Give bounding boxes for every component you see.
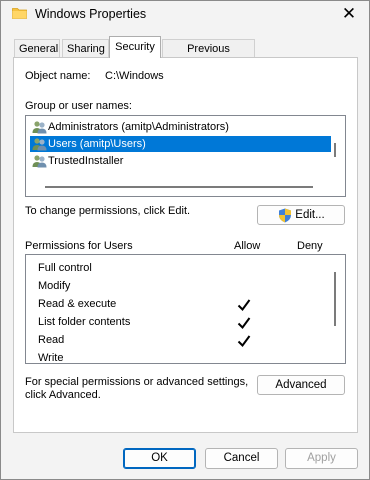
permission-write: Write (38, 349, 63, 367)
permission-full-control: Full control (38, 259, 92, 277)
tab-label: General (19, 43, 59, 55)
permission-read: Read (38, 331, 64, 349)
ok-button[interactable]: OK (123, 448, 196, 469)
special-permissions-text-2: click Advanced. (25, 389, 101, 401)
permissions-label: Permissions for Users (25, 240, 133, 252)
object-name-label: Object name: (25, 70, 91, 82)
cancel-button[interactable]: Cancel (205, 448, 278, 469)
users-horizontal-scrollbar[interactable] (45, 186, 313, 188)
user-name: TrustedInstaller (48, 155, 124, 167)
users-icon (32, 138, 47, 151)
permission-name: List folder contents (38, 316, 131, 328)
user-row-trustedinstaller[interactable]: TrustedInstaller (30, 153, 125, 169)
apply-button-label: Apply (307, 452, 336, 464)
apply-button[interactable]: Apply (285, 448, 358, 469)
deny-header: Deny (297, 240, 323, 252)
permission-list-folder: List folder contents (38, 313, 130, 331)
user-name: Administrators (amitp\Administrators) (48, 121, 229, 133)
security-panel: Object name: C:\Windows Group or user na… (13, 57, 358, 433)
tab-previous-versions[interactable]: Previous Versions (162, 39, 255, 73)
check-icon (237, 317, 251, 330)
user-row-administrators[interactable]: Administrators (amitp\Administrators) (30, 119, 231, 135)
edit-button[interactable]: Edit... (257, 205, 345, 225)
permission-name: Modify (38, 280, 71, 292)
permissions-listbox[interactable]: Full control Modify Read & execute List … (25, 254, 346, 364)
permission-modify: Modify (38, 277, 70, 295)
change-permissions-text: To change permissions, click Edit. (25, 205, 191, 217)
title-bar: Windows Properties ✕ (1, 1, 369, 29)
tab-label: Security (115, 41, 155, 53)
folder-icon (12, 8, 27, 19)
permission-name: Read & execute (38, 298, 117, 310)
tab-general[interactable]: General (14, 39, 60, 57)
advanced-button[interactable]: Advanced (257, 375, 345, 395)
users-listbox[interactable]: Administrators (amitp\Administrators) Us… (25, 115, 346, 197)
cancel-button-label: Cancel (223, 452, 260, 464)
permission-name: Write (38, 352, 64, 364)
users-icon (32, 121, 47, 134)
tab-label: Sharing (67, 43, 105, 55)
window-title: Windows Properties (35, 7, 147, 21)
allow-header: Allow (234, 240, 261, 252)
permission-name: Read (38, 334, 65, 346)
check-icon (237, 335, 251, 348)
permission-name: Full control (38, 262, 92, 274)
permissions-vertical-scrollbar[interactable] (334, 272, 336, 326)
permission-read-execute: Read & execute (38, 295, 116, 313)
group-names-label: Group or user names: (25, 100, 132, 112)
ok-button-label: OK (151, 452, 168, 464)
shield-icon (279, 208, 291, 223)
users-vertical-scrollbar[interactable] (334, 143, 336, 157)
close-button[interactable]: ✕ (335, 3, 363, 27)
close-icon: ✕ (341, 4, 357, 23)
tab-sharing[interactable]: Sharing (62, 39, 109, 57)
properties-window: Windows Properties ✕ General Sharing Sec… (0, 0, 370, 480)
user-name: Users (amitp\Users) (48, 138, 146, 150)
object-name-value: C:\Windows (105, 70, 164, 82)
check-icon (237, 299, 251, 312)
special-permissions-text: For special permissions or advanced sett… (25, 376, 249, 388)
tab-security[interactable]: Security (109, 36, 161, 58)
advanced-button-label: Advanced (275, 379, 327, 391)
user-row-users[interactable]: Users (amitp\Users) (30, 136, 331, 152)
users-icon (32, 155, 47, 168)
